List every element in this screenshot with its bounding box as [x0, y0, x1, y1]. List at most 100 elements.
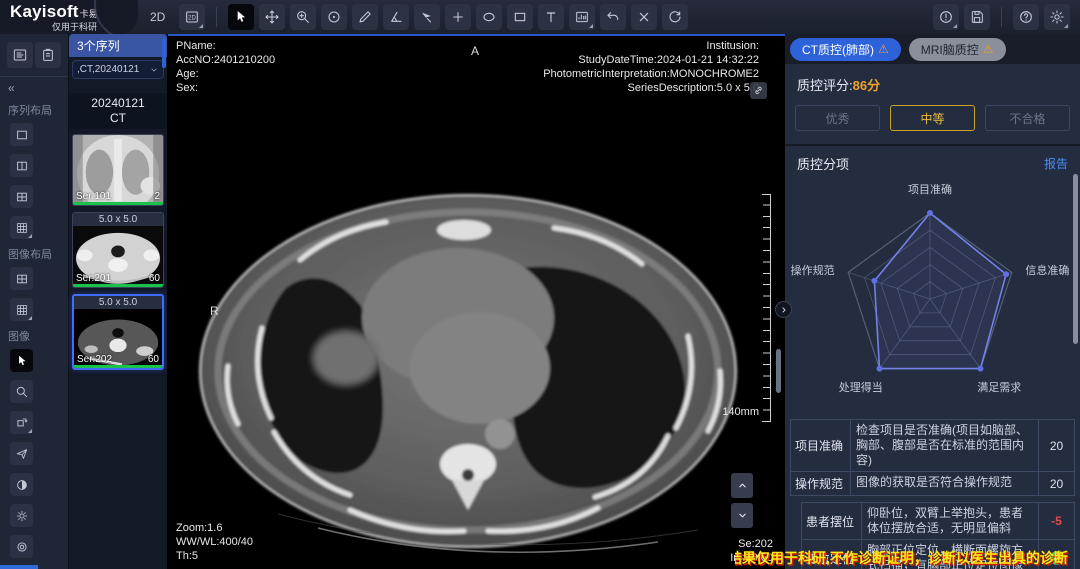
photometric-line: PhotometricInterpretation:MONOCHROME2 [543, 67, 759, 81]
series-scrollbar-thumb[interactable] [162, 38, 166, 68]
grade-button-不合格[interactable]: 不合格 [985, 105, 1070, 131]
ellipse-roi-tool[interactable] [476, 4, 502, 30]
rotate-icon [667, 9, 683, 25]
sidebar-collapse-button[interactable]: « [0, 77, 68, 97]
image-invert-tool[interactable] [10, 473, 33, 496]
text-annotation-tool[interactable] [538, 4, 564, 30]
radar-svg [785, 175, 1080, 419]
qc-item-label: 操作规范 [791, 472, 851, 495]
grade-button-优秀[interactable]: 优秀 [795, 105, 880, 131]
window-preset-tool[interactable] [569, 4, 595, 30]
probe-tool[interactable] [321, 4, 347, 30]
thickness-line: Th:5 [176, 549, 253, 563]
image-layout-2x2[interactable] [10, 267, 33, 290]
image-layout-3x3[interactable] [10, 298, 33, 321]
layout2col-icon [15, 159, 29, 173]
export-panel-button[interactable] [35, 42, 61, 68]
pointer-tool[interactable] [228, 4, 254, 30]
toolbar-separator [1001, 7, 1002, 27]
layout2d-icon [184, 9, 200, 25]
qc-item-label: 患者摆位 [802, 503, 862, 539]
series-thumbnail-202-selected[interactable]: 5.0 x 5.0 Ser:202 60 [72, 294, 164, 370]
qc-item-score: -5 [1038, 503, 1074, 539]
delete-annotation-tool[interactable] [631, 4, 657, 30]
viewer-scrollbar-thumb[interactable] [776, 349, 781, 393]
series-layout-single[interactable] [10, 123, 33, 146]
tab-ct-lung-qc[interactable]: CT质控(肺部) ⚠ [790, 38, 901, 61]
bottom-progress-strip [0, 565, 38, 569]
series-layout-2x2[interactable] [10, 185, 33, 208]
layout1-icon [15, 128, 29, 142]
gear-icon [1049, 9, 1065, 25]
scroll-down-button[interactable] [731, 503, 753, 528]
logo-text: Kayisoft [10, 2, 79, 21]
image-count: 60 [148, 354, 159, 365]
brightness-icon [15, 509, 29, 523]
chevron-up-icon [736, 479, 749, 492]
sidebar-group-label: 图像布局 [0, 241, 68, 265]
text-icon [543, 9, 559, 25]
layout-2d-button[interactable] [179, 4, 205, 30]
image-count: 2 [154, 191, 160, 202]
series-thumbnail-201[interactable]: 5.0 x 5.0 Ser:20160 [72, 212, 164, 288]
image-magnify-tool[interactable] [10, 380, 33, 403]
panel-collapse-handle[interactable] [775, 301, 792, 318]
toolbar-left-group [179, 4, 688, 30]
series-size-label: 5.0 x 5.0 [74, 296, 162, 309]
image-pointer-tool[interactable] [10, 349, 33, 372]
image-send-tool[interactable] [10, 442, 33, 465]
series-layout-2col[interactable] [10, 154, 33, 177]
probe-icon [419, 9, 435, 25]
help-button[interactable] [1013, 4, 1039, 30]
rect-roi-tool[interactable] [507, 4, 533, 30]
image-brightness-tool[interactable] [10, 504, 33, 527]
panel-scrollbar-thumb[interactable] [1073, 174, 1078, 344]
series-thumbnail-101[interactable]: Ser:1012 [72, 134, 164, 206]
series-panel: 3个序列 ,CT,20240121 20240121 CT Ser:1012 5… [69, 34, 168, 569]
angle-tool[interactable] [383, 4, 409, 30]
patient-info-overlay: PName: AccNO:2401210200 Age: Sex: [176, 39, 275, 95]
layout2x2-icon [15, 190, 29, 204]
measure-length-tool[interactable] [352, 4, 378, 30]
pan-tool[interactable] [259, 4, 285, 30]
circledot-icon [326, 9, 342, 25]
sidebar-group-grid [0, 347, 69, 569]
series-number: Ser:202 [77, 354, 112, 365]
qc-radar-chart: 项目准确信息准确满足需求处理得当操作规范 [785, 175, 1080, 419]
left-tool-sidebar: « 序列布局图像布局图像其他工具 定位线 定位线 同步 图像ID同步位置同步手动… [0, 34, 69, 569]
qc-subitems-title: 质控分项 [797, 154, 849, 173]
series-layout-3x3[interactable] [10, 216, 33, 239]
sex-line: Sex: [176, 81, 275, 95]
flag-icon [15, 447, 29, 461]
image-rotate-flip-tool[interactable] [10, 411, 33, 434]
zoom-in-tool[interactable] [290, 4, 316, 30]
info-button[interactable] [933, 4, 959, 30]
save-button[interactable] [964, 4, 990, 30]
report-link[interactable]: 报告 [1044, 155, 1068, 172]
image-locate-tool[interactable] [10, 535, 33, 558]
undo-tool[interactable] [600, 4, 626, 30]
mode-2d-label: 2D [150, 10, 165, 24]
info-icon [938, 9, 954, 25]
settings-button[interactable] [1044, 4, 1070, 30]
load-progress-bar [73, 202, 163, 205]
app-logo: Kayisoft卡易 仅用于科研 [0, 0, 138, 34]
study-select-dropdown[interactable]: ,CT,20240121 [72, 60, 164, 79]
qc-table-row: 操作规范图像的获取是否符合操作规范20 [791, 472, 1074, 496]
image-count: 60 [149, 273, 160, 284]
grade-button-中等[interactable]: 中等 [890, 105, 975, 131]
contrast-icon [15, 478, 29, 492]
link-icon [753, 85, 764, 96]
arrow-annotation-tool[interactable] [414, 4, 440, 30]
qc-item-score: 20 [1038, 420, 1074, 471]
tab-mri-brain-qc[interactable]: MRI脑质控 ⚠ [909, 38, 1006, 61]
reset-tool[interactable] [662, 4, 688, 30]
radar-axis-label: 项目准确 [908, 181, 952, 197]
institution-line: Institusion: [543, 39, 759, 53]
main-viewport[interactable]: PName: AccNO:2401210200 Age: Sex: A R In… [168, 36, 785, 569]
link-sync-button[interactable] [750, 82, 767, 99]
qc-item-score: 20 [1038, 472, 1074, 495]
report-list-button[interactable] [7, 42, 33, 68]
scroll-up-button[interactable] [731, 473, 753, 498]
cross-marker-tool[interactable] [445, 4, 471, 30]
